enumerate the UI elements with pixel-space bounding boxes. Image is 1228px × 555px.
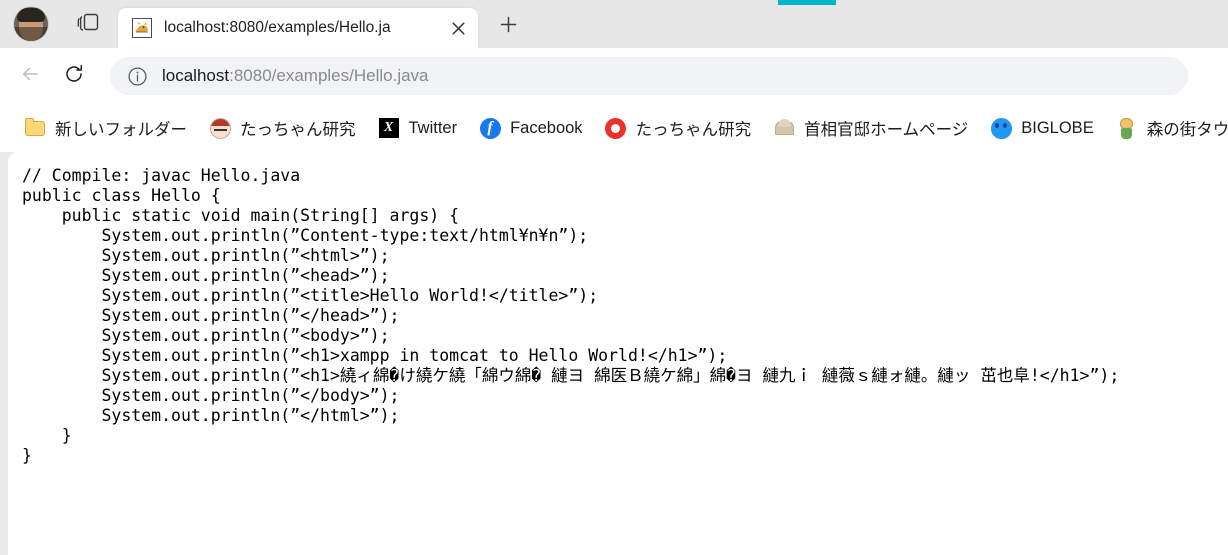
avatar-shadow (14, 27, 48, 41)
browser-tab[interactable]: localhost:8080/examples/Hello.ja (118, 8, 478, 48)
facebook-icon: f (479, 117, 501, 139)
bookmarks-bar: 新しいフォルダー たっちゃん研究 X Twitter f Facebook たっ… (0, 104, 1228, 152)
bookmark-label: BIGLOBE (1021, 118, 1094, 137)
back-arrow-icon (19, 63, 41, 90)
url-text: localhost:8080/examples/Hello.java (162, 66, 429, 86)
navigation-toolbar: localhost:8080/examples/Hello.java (0, 48, 1228, 104)
biglobe-icon (990, 117, 1012, 139)
tab-strip: localhost:8080/examples/Hello.ja (0, 0, 1228, 48)
bookmark-new-folder[interactable]: 新しいフォルダー (16, 111, 195, 145)
url-path: :8080/examples/Hello.java (229, 66, 429, 85)
address-bar[interactable]: localhost:8080/examples/Hello.java (110, 57, 1188, 95)
bookmark-twitter[interactable]: X Twitter (370, 111, 466, 145)
folder-icon (24, 117, 46, 139)
content-shell: // Compile: javac Hello.java public clas… (0, 152, 1228, 555)
back-button[interactable] (8, 56, 52, 96)
bookmark-label: Twitter (408, 118, 458, 137)
refresh-icon (63, 63, 85, 90)
new-tab-button[interactable] (488, 10, 528, 44)
url-host: localhost (162, 66, 230, 85)
tacchan-face-icon (209, 117, 231, 139)
collections-icon (77, 10, 103, 39)
bookmark-label: 首相官邸ホームページ (804, 121, 969, 139)
plus-icon (500, 16, 517, 38)
bookmark-label: たっちゃん研究 (240, 121, 356, 139)
bookmark-biglobe[interactable]: BIGLOBE (982, 111, 1101, 145)
tomcat-icon (132, 18, 152, 38)
x-twitter-icon: X (378, 117, 400, 139)
collections-button[interactable] (62, 4, 118, 44)
refresh-button[interactable] (52, 56, 96, 96)
bookmark-label: たっちゃん研究 (635, 121, 752, 139)
bookmark-facebook[interactable]: f Facebook (471, 111, 590, 145)
profile-button[interactable] (0, 0, 62, 48)
close-icon[interactable] (444, 14, 472, 42)
bookmark-mori-no-machi[interactable]: 森の街タウ (1108, 111, 1228, 145)
browser-window: localhost:8080/examples/Hello.ja localho… (0, 0, 1228, 555)
kantei-icon (773, 117, 795, 139)
bookmark-label: 森の街タウ (1146, 121, 1228, 139)
mori-no-machi-icon (1116, 117, 1138, 139)
bookmark-kantei[interactable]: 首相官邸ホームページ (765, 111, 976, 145)
page-viewport[interactable]: // Compile: javac Hello.java public clas… (8, 152, 1228, 555)
avatar (14, 7, 48, 41)
window-accent-bar (778, 0, 836, 5)
bookmark-tacchan-kenkyu-2[interactable]: たっちゃん研究 (597, 111, 760, 145)
bookmark-tacchan-kenkyu-1[interactable]: たっちゃん研究 (201, 111, 364, 145)
bookmark-label: Facebook (510, 118, 583, 137)
bookmark-label: 新しいフォルダー (55, 121, 187, 139)
tab-title: localhost:8080/examples/Hello.ja (164, 19, 391, 36)
tacchan-red-icon (605, 117, 627, 139)
source-code-text: // Compile: javac Hello.java public clas… (22, 166, 1120, 465)
site-info-icon[interactable] (126, 65, 148, 87)
avatar-hair (17, 8, 45, 22)
